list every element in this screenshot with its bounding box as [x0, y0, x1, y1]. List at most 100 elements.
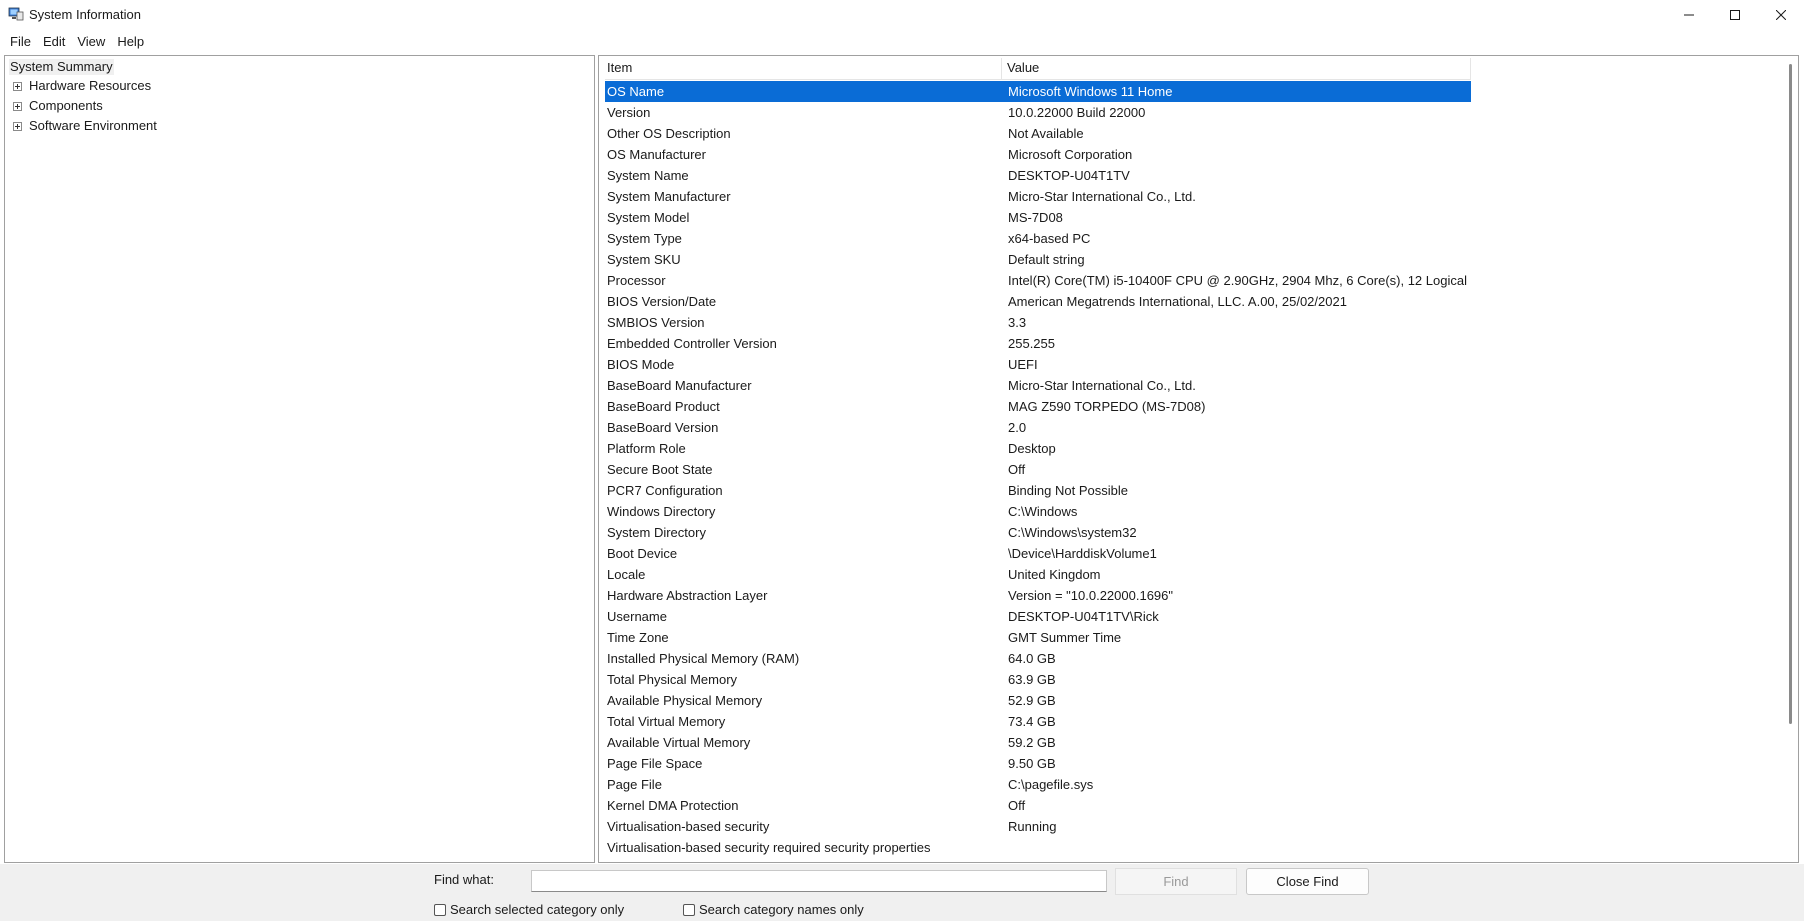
menu-view[interactable]: View — [71, 32, 111, 52]
table-row[interactable]: OS Name Microsoft Windows 11 Home — [605, 81, 1471, 102]
vertical-scrollbar[interactable] — [1789, 64, 1792, 724]
cell-value: United Kingdom — [1008, 567, 1101, 582]
tree-item-label: Software Environment — [29, 118, 157, 133]
search-selected-category-label: Search selected category only — [450, 902, 625, 917]
tree-item-label: Hardware Resources — [29, 78, 152, 93]
search-category-names-label: Search category names only — [699, 902, 864, 917]
expand-icon[interactable] — [13, 81, 22, 91]
minimize-button[interactable] — [1666, 0, 1712, 30]
cell-value: Not Available — [1008, 126, 1084, 141]
table-row[interactable]: System Name DESKTOP-U04T1TV — [605, 165, 1471, 186]
table-row[interactable]: PCR7 Configuration Binding Not Possible — [605, 480, 1471, 501]
table-row[interactable]: Username DESKTOP-U04T1TV\Rick — [605, 606, 1471, 627]
cell-value: Micro-Star International Co., Ltd. — [1008, 189, 1196, 204]
table-row[interactable]: Kernel DMA Protection Off — [605, 795, 1471, 816]
cell-item: BaseBoard Version — [607, 420, 719, 435]
cell-item: Total Virtual Memory — [607, 714, 726, 729]
table-row[interactable]: System Model MS-7D08 — [605, 207, 1471, 228]
cell-value: 2.0 — [1008, 420, 1027, 435]
table-row[interactable]: Virtualisation-based security Running — [605, 816, 1471, 837]
table-row[interactable]: Boot Device \Device\HarddiskVolume1 — [605, 543, 1471, 564]
tree-item-components[interactable]: Components — [13, 98, 103, 114]
cell-item: System Type — [607, 231, 682, 246]
expand-icon[interactable] — [13, 121, 22, 131]
cell-value: DESKTOP-U04T1TV — [1008, 168, 1130, 183]
table-row[interactable]: Time Zone GMT Summer Time — [605, 627, 1471, 648]
cell-item: System Name — [607, 168, 689, 183]
table-row[interactable]: BIOS Mode UEFI — [605, 354, 1471, 375]
close-find-button[interactable]: Close Find — [1246, 868, 1369, 895]
maximize-button[interactable] — [1712, 0, 1758, 30]
table-row[interactable]: Platform Role Desktop — [605, 438, 1471, 459]
cell-value: Default string — [1008, 252, 1085, 267]
table-row[interactable]: Locale United Kingdom — [605, 564, 1471, 585]
find-button[interactable]: Find — [1115, 868, 1237, 895]
table-row[interactable]: System Directory C:\Windows\system32 — [605, 522, 1471, 543]
table-row[interactable]: Page File Space 9.50 GB — [605, 753, 1471, 774]
cell-item: OS Name — [607, 84, 665, 99]
tree-item-system-summary[interactable]: System Summary — [9, 59, 114, 75]
close-icon — [1775, 8, 1787, 23]
title-bar: System Information — [0, 0, 1804, 30]
column-header-value[interactable]: Value — [1002, 58, 1471, 79]
table-row[interactable]: System Manufacturer Micro-Star Internatio… — [605, 186, 1471, 207]
table-row[interactable]: Installed Physical Memory (RAM) 64.0 GB — [605, 648, 1471, 669]
table-row[interactable]: Processor Intel(R) Core(TM) i5-10400F CPU… — [605, 270, 1471, 291]
cell-value: Desktop — [1008, 441, 1056, 456]
table-row[interactable]: Available Physical Memory 52.9 GB — [605, 690, 1471, 711]
cell-item: Available Virtual Memory — [607, 735, 751, 750]
details-list[interactable]: Item Value OS Name Microsoft Windows 11 H… — [598, 55, 1799, 863]
category-tree[interactable]: System Summary Hardware Resources Compon… — [4, 55, 595, 863]
cell-item: Locale — [607, 567, 646, 582]
cell-item: Kernel DMA Protection — [607, 798, 739, 813]
cell-value: C:\Windows\system32 — [1008, 525, 1137, 540]
window-title: System Information — [29, 7, 141, 22]
expand-icon[interactable] — [13, 101, 22, 111]
table-row[interactable]: Available Virtual Memory 59.2 GB — [605, 732, 1471, 753]
cell-value: \Device\HarddiskVolume1 — [1008, 546, 1157, 561]
table-row[interactable]: Other OS Description Not Available — [605, 123, 1471, 144]
cell-item: Time Zone — [607, 630, 669, 645]
cell-value: C:\pagefile.sys — [1008, 777, 1094, 792]
table-row[interactable]: Version 10.0.22000 Build 22000 — [605, 102, 1471, 123]
search-selected-category-checkbox[interactable] — [434, 903, 446, 916]
table-row[interactable]: SMBIOS Version 3.3 — [605, 312, 1471, 333]
table-row[interactable]: Embedded Controller Version 255.255 — [605, 333, 1471, 354]
table-row[interactable]: Total Physical Memory 63.9 GB — [605, 669, 1471, 690]
table-row[interactable]: BIOS Version/Date American Megatrends Int… — [605, 291, 1471, 312]
cell-item: System SKU — [607, 252, 681, 267]
menu-help[interactable]: Help — [111, 32, 150, 52]
table-row[interactable]: BaseBoard Product MAG Z590 TORPEDO (MS-7D… — [605, 396, 1471, 417]
maximize-icon — [1730, 8, 1740, 23]
table-row[interactable]: System SKU Default string — [605, 249, 1471, 270]
cell-item: Total Physical Memory — [607, 672, 738, 687]
close-button[interactable] — [1758, 0, 1804, 30]
table-row[interactable]: OS Manufacturer Microsoft Corporation — [605, 144, 1471, 165]
menu-edit[interactable]: Edit — [37, 32, 71, 52]
cell-item: Version — [607, 105, 651, 120]
table-row[interactable]: Virtualisation-based security required s… — [605, 837, 1471, 858]
table-row[interactable]: Windows Directory C:\Windows — [605, 501, 1471, 522]
system-information-icon — [8, 7, 24, 21]
cell-value: Off — [1008, 798, 1026, 813]
cell-item: Embedded Controller Version — [607, 336, 777, 351]
cell-item: Available Physical Memory — [607, 693, 763, 708]
search-category-names-option[interactable]: Search category names only — [683, 902, 864, 917]
tree-item-software-environment[interactable]: Software Environment — [13, 118, 157, 134]
find-what-input[interactable] — [531, 870, 1107, 892]
menu-file[interactable]: File — [4, 32, 37, 52]
table-row[interactable]: Page File C:\pagefile.sys — [605, 774, 1471, 795]
table-row[interactable]: BaseBoard Manufacturer Micro-Star Interna… — [605, 375, 1471, 396]
column-header-item[interactable]: Item — [605, 58, 1002, 79]
cell-item: Secure Boot State — [607, 462, 713, 477]
search-selected-category-option[interactable]: Search selected category only — [434, 902, 624, 917]
tree-item-hardware-resources[interactable]: Hardware Resources — [13, 78, 151, 94]
table-row[interactable]: Hardware Abstraction Layer Version = "10.… — [605, 585, 1471, 606]
menu-bar: File Edit View Help — [0, 30, 1804, 54]
table-row[interactable]: System Type x64-based PC — [605, 228, 1471, 249]
table-row[interactable]: Total Virtual Memory 73.4 GB — [605, 711, 1471, 732]
table-row[interactable]: BaseBoard Version 2.0 — [605, 417, 1471, 438]
cell-value: 3.3 — [1008, 315, 1027, 330]
search-category-names-checkbox[interactable] — [683, 903, 695, 916]
table-row[interactable]: Secure Boot State Off — [605, 459, 1471, 480]
